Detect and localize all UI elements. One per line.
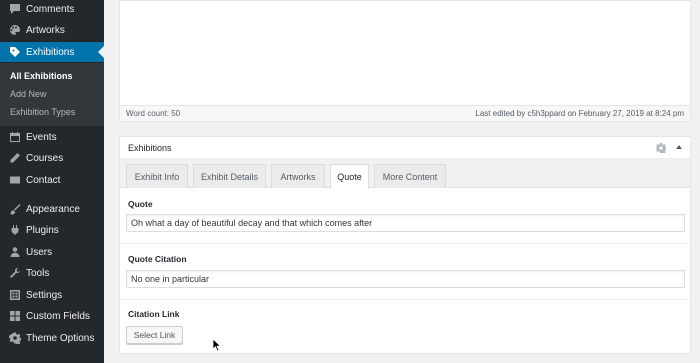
sidebar-item-courses[interactable]: Courses <box>0 148 104 168</box>
metabox-header: Exhibitions <box>120 137 690 159</box>
sidebar-item-exhibitions[interactable]: Exhibitions <box>0 42 104 62</box>
settings-icon <box>8 288 22 302</box>
citation-link-label: Citation Link <box>128 309 180 319</box>
tab-exhibit-details[interactable]: Exhibit Details <box>193 164 266 188</box>
tab-more-content[interactable]: More Content <box>374 164 446 188</box>
tab-quote[interactable]: Quote <box>330 164 369 189</box>
editor-status-bar: Word count: 50 Last edited by c5h3ppard … <box>120 105 690 121</box>
exhibitions-submenu: All Exhibitions Add New Exhibition Types <box>0 63 104 126</box>
sidebar-item-contact[interactable]: Contact <box>0 170 104 190</box>
content-editor[interactable]: Word count: 50 Last edited by c5h3ppard … <box>119 0 691 122</box>
divider <box>120 243 690 244</box>
metabox-title: Exhibitions <box>128 142 172 153</box>
sidebar-item-events[interactable]: Events <box>0 127 104 147</box>
plugin-icon <box>8 223 22 237</box>
select-link-button[interactable]: Select Link <box>126 326 183 344</box>
sidebar-item-artworks[interactable]: Artworks <box>0 20 104 40</box>
sidebar-item-custom-fields[interactable]: Custom Fields <box>0 306 104 326</box>
brush-icon <box>8 202 22 216</box>
last-edited: Last edited by c5h3ppard on February 27,… <box>475 109 684 118</box>
sidebar-item-label: Exhibitions <box>26 46 75 58</box>
sidebar-item-theme-options[interactable]: Theme Options <box>0 328 104 348</box>
submenu-add-new[interactable]: Add New <box>10 89 47 99</box>
sidebar-item-label: Tools <box>26 267 50 279</box>
tabs-bar: Exhibit Info Exhibit Details Artworks Qu… <box>120 159 690 189</box>
sidebar-item-tools[interactable]: Tools <box>0 263 104 283</box>
gear-icon <box>8 331 22 345</box>
sidebar-item-label: Courses <box>26 152 64 164</box>
submenu-exhibition-types[interactable]: Exhibition Types <box>10 107 75 117</box>
palette-icon <box>8 23 22 37</box>
sidebar-item-label: Artworks <box>26 24 65 36</box>
sidebar-item-appearance[interactable]: Appearance <box>0 199 104 219</box>
pencil-icon <box>8 151 22 165</box>
users-icon <box>8 245 22 259</box>
tab-exhibit-info[interactable]: Exhibit Info <box>126 164 188 188</box>
wrench-icon <box>8 266 22 280</box>
mail-icon <box>8 173 22 187</box>
sidebar-item-plugins[interactable]: Plugins <box>0 220 104 240</box>
quote-citation-input[interactable] <box>126 270 685 288</box>
sidebar-item-label: Users <box>26 246 53 258</box>
divider <box>120 299 690 300</box>
quote-input[interactable] <box>126 214 685 232</box>
sidebar-item-label: Comments <box>26 3 75 15</box>
exhibitions-metabox: Exhibitions Exhibit Info Exhibit Details… <box>119 136 691 354</box>
sidebar-item-label: Custom Fields <box>26 310 90 322</box>
quote-label: Quote <box>128 199 153 209</box>
sidebar-item-label: Events <box>26 131 57 143</box>
sidebar-item-label: Settings <box>26 289 63 301</box>
quote-citation-label: Quote Citation <box>128 254 187 264</box>
collapse-arrow-icon[interactable] <box>676 145 682 149</box>
sidebar-item-comments[interactable]: Comments <box>0 0 104 19</box>
sidebar-item-label: Contact <box>26 174 61 186</box>
mouse-cursor-icon <box>212 338 222 352</box>
sidebar-item-users[interactable]: Users <box>0 242 104 262</box>
grid-icon <box>8 309 22 323</box>
gear-icon[interactable] <box>655 143 667 154</box>
tab-artworks[interactable]: Artworks <box>271 164 325 188</box>
sidebar-item-label: Plugins <box>26 224 59 236</box>
tag-icon <box>8 45 22 59</box>
word-count: Word count: 50 <box>126 109 181 118</box>
admin-sidebar: Comments Artworks Exhibitions All Exhibi… <box>0 0 104 363</box>
sidebar-item-label: Theme Options <box>26 332 95 344</box>
submenu-all-exhibitions[interactable]: All Exhibitions <box>10 71 73 81</box>
comment-icon <box>8 2 22 16</box>
sidebar-item-settings[interactable]: Settings <box>0 285 104 305</box>
sidebar-item-label: Appearance <box>26 203 80 215</box>
calendar-icon <box>8 130 22 144</box>
